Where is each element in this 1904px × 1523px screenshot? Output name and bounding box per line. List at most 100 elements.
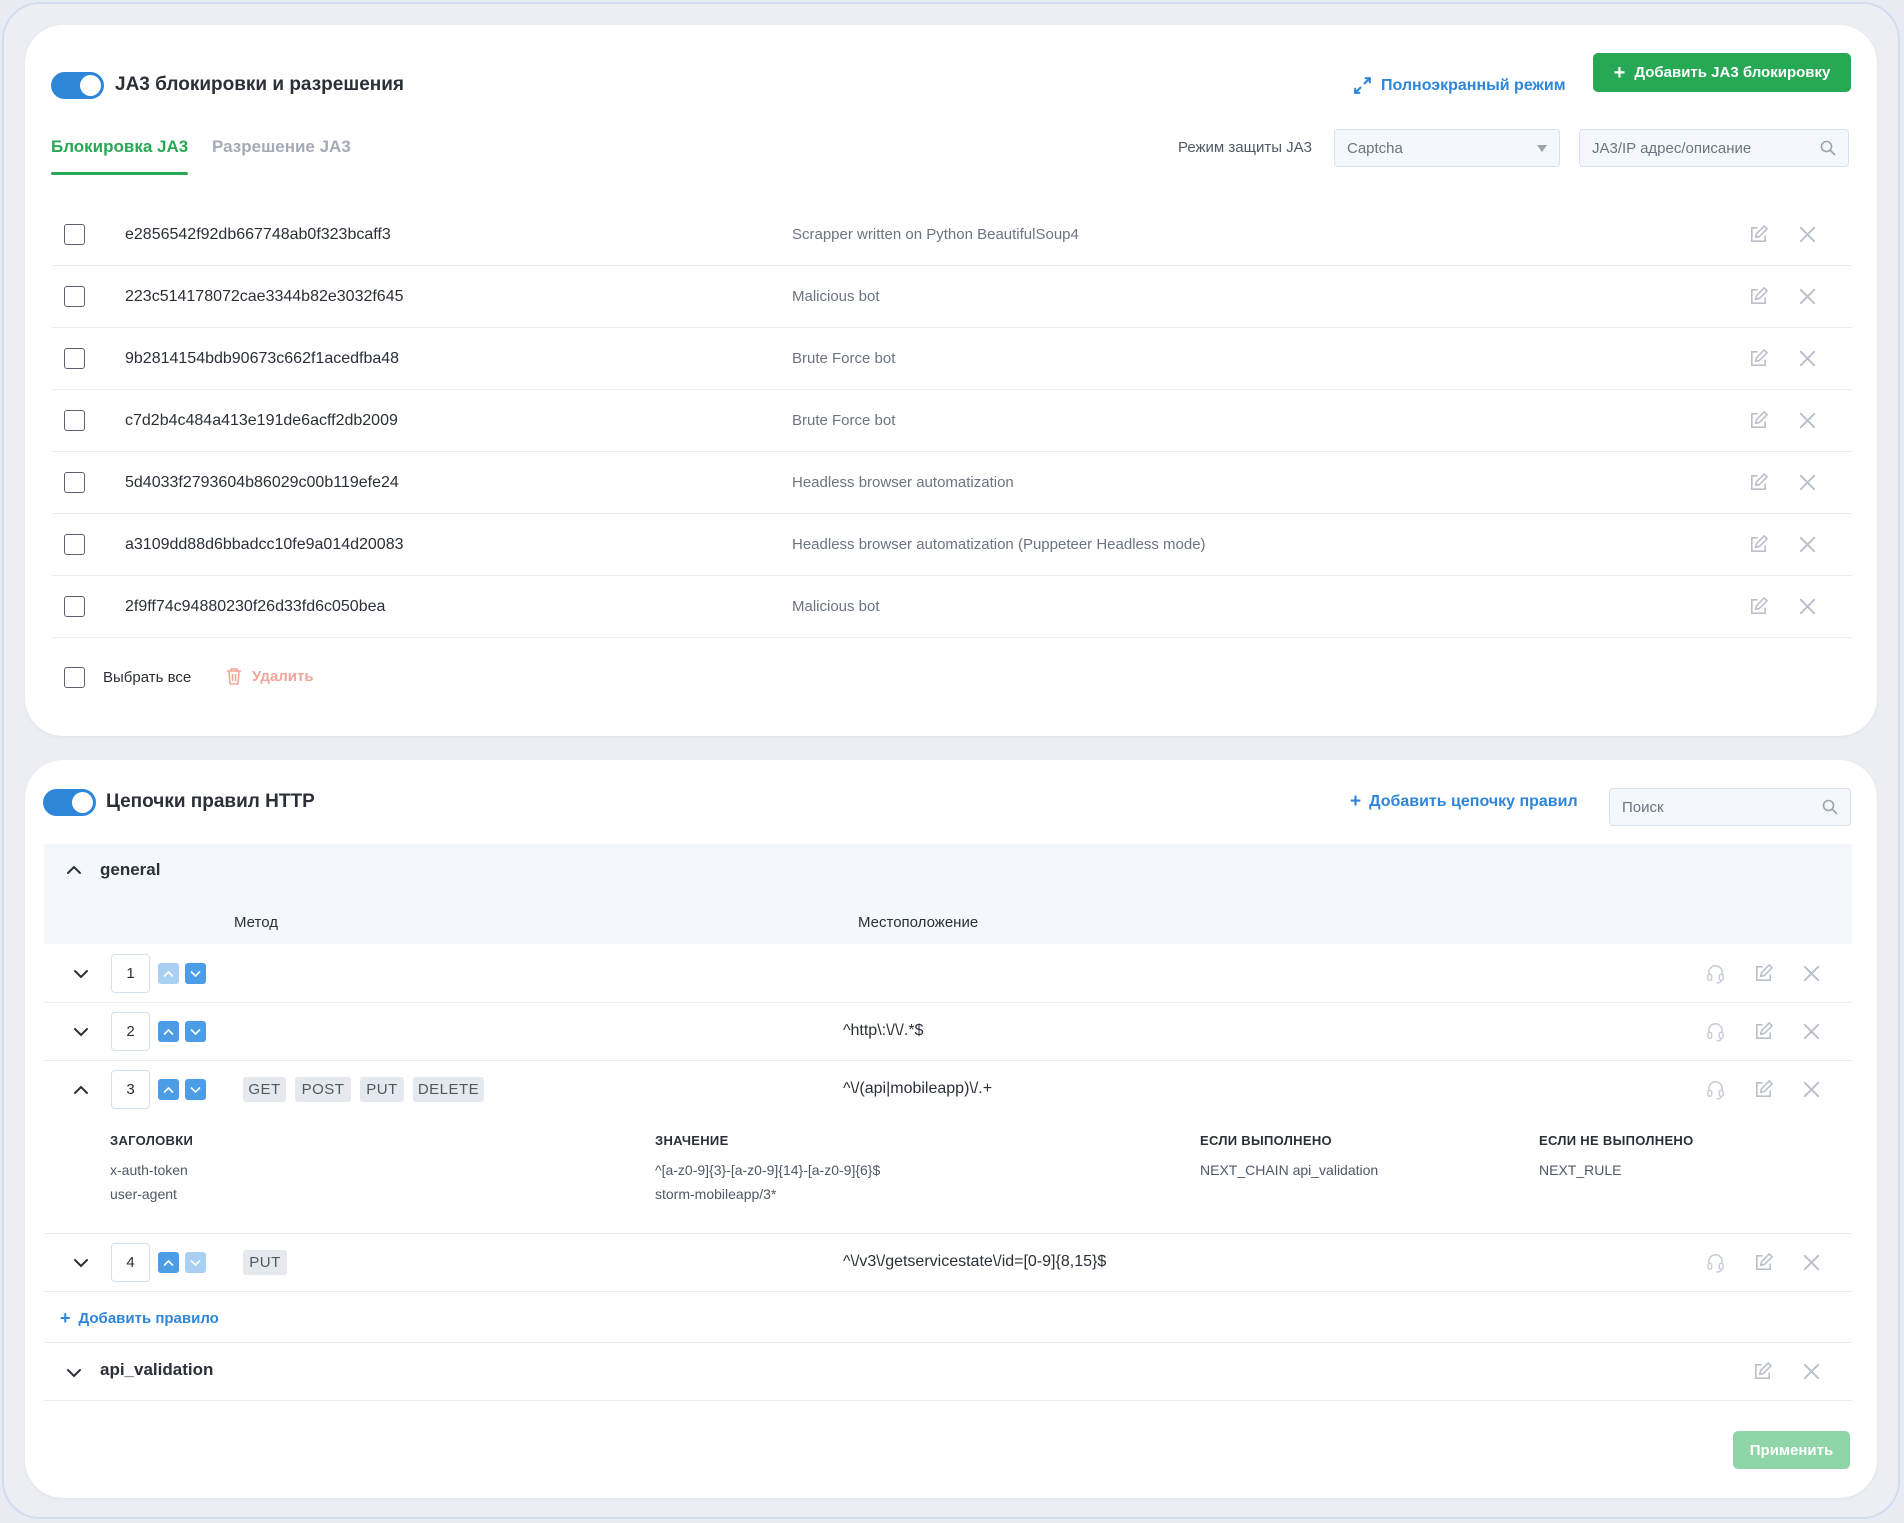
move-up-button[interactable] xyxy=(158,1252,179,1273)
move-down-button[interactable] xyxy=(185,963,206,984)
column-location: Местоположение xyxy=(858,914,979,931)
ja3-row: 2f9ff74c94880230f26d33fd6c050bea Maliciou… xyxy=(52,576,1852,638)
move-up-button[interactable] xyxy=(158,963,179,984)
search-icon xyxy=(1822,799,1838,815)
chains-search-input[interactable]: Поиск xyxy=(1609,788,1851,826)
move-down-button[interactable] xyxy=(185,1079,206,1100)
arrow-up-icon xyxy=(163,1081,174,1099)
move-up-button[interactable] xyxy=(158,1021,179,1042)
protection-mode-select[interactable]: Captcha xyxy=(1334,129,1560,167)
close-icon[interactable] xyxy=(1797,286,1818,307)
add-rule-label: Добавить правило xyxy=(78,1309,219,1327)
arrow-up-icon xyxy=(163,1254,174,1272)
edit-icon[interactable] xyxy=(1748,596,1769,617)
arrow-down-icon xyxy=(190,1254,201,1272)
add-ja3-block-button[interactable]: + Добавить JA3 блокировку xyxy=(1593,53,1851,92)
plus-icon: + xyxy=(1613,61,1626,84)
row-checkbox[interactable] xyxy=(64,596,85,617)
headset-icon[interactable] xyxy=(1705,1021,1726,1042)
headset-icon[interactable] xyxy=(1705,1252,1726,1273)
edit-icon[interactable] xyxy=(1753,1252,1774,1273)
edit-icon[interactable] xyxy=(1753,1021,1774,1042)
edit-icon[interactable] xyxy=(1753,963,1774,984)
close-icon[interactable] xyxy=(1801,1361,1822,1382)
move-up-button[interactable] xyxy=(158,1079,179,1100)
delete-button[interactable]: Удалить xyxy=(225,666,314,686)
rule-location: ^\/v3\/getservicestate\/id=[0-9]{8,15}$ xyxy=(843,1253,1107,1270)
ja3-description: Brute Force bot xyxy=(792,350,896,367)
close-icon[interactable] xyxy=(1797,534,1818,555)
headset-icon[interactable] xyxy=(1705,963,1726,984)
if-done-title: ЕСЛИ ВЫПОЛНЕНО xyxy=(1200,1133,1332,1148)
tab-ja3-block[interactable]: Блокировка JA3 xyxy=(51,137,188,157)
value-item: ^[a-z0-9]{3}-[a-z0-9]{14}-[a-z0-9]{6}$ xyxy=(655,1162,881,1178)
edit-icon[interactable] xyxy=(1753,1079,1774,1100)
add-chain-button[interactable]: + Добавить цепочку правил xyxy=(1350,792,1578,811)
ja3-hash: 2f9ff74c94880230f26d33fd6c050bea xyxy=(125,597,386,615)
close-icon[interactable] xyxy=(1801,1079,1822,1100)
row-checkbox[interactable] xyxy=(64,224,85,245)
edit-icon[interactable] xyxy=(1752,1361,1773,1382)
ja3-row: e2856542f92db667748ab0f323bcaff3 Scrapper… xyxy=(52,204,1852,266)
row-checkbox[interactable] xyxy=(64,286,85,307)
chevron-down-icon[interactable] xyxy=(73,1026,89,1038)
edit-icon[interactable] xyxy=(1748,534,1769,555)
add-rule-button[interactable]: + Добавить правило xyxy=(60,1309,219,1327)
ja3-description: Malicious bot xyxy=(792,288,880,305)
ja3-hash: 5d4033f2793604b86029c00b119efe24 xyxy=(125,473,399,491)
arrow-down-icon xyxy=(190,965,201,983)
close-icon[interactable] xyxy=(1797,224,1818,245)
ja3-search-placeholder: JA3/IP адрес/описание xyxy=(1592,139,1752,157)
select-all-label: Выбрать все xyxy=(103,669,192,686)
row-checkbox[interactable] xyxy=(64,348,85,369)
edit-icon[interactable] xyxy=(1748,286,1769,307)
rule-row: 3 GET POST PUT DELETE ^\/(api|mobileapp)\/.+ xyxy=(44,1061,1852,1119)
close-icon[interactable] xyxy=(1797,596,1818,617)
search-icon xyxy=(1820,140,1836,156)
arrow-down-icon xyxy=(190,1081,201,1099)
ja3-description: Scrapper written on Python BeautifulSoup… xyxy=(792,226,1079,243)
edit-icon[interactable] xyxy=(1748,224,1769,245)
chevron-up-icon[interactable] xyxy=(73,1084,89,1096)
close-icon[interactable] xyxy=(1801,1252,1822,1273)
row-checkbox[interactable] xyxy=(64,410,85,431)
ja3-row: 223c514178072cae3344b82e3032f645 Maliciou… xyxy=(52,266,1852,328)
select-all[interactable]: Выбрать все xyxy=(64,667,191,688)
close-icon[interactable] xyxy=(1801,1021,1822,1042)
protection-mode-value: Captcha xyxy=(1347,139,1403,157)
edit-icon[interactable] xyxy=(1748,472,1769,493)
method-tag: DELETE xyxy=(413,1077,484,1102)
chevron-down-icon[interactable] xyxy=(73,1257,89,1269)
rule-row: 1 xyxy=(44,945,1852,1003)
select-all-checkbox[interactable] xyxy=(64,667,85,688)
http-chains-toggle[interactable] xyxy=(43,789,96,816)
chevron-down-icon[interactable] xyxy=(66,1367,82,1379)
ja3-hash: e2856542f92db667748ab0f323bcaff3 xyxy=(125,225,391,243)
tab-ja3-allow[interactable]: Разрешение JA3 xyxy=(212,137,351,157)
ja3-toggle[interactable] xyxy=(51,72,104,99)
rule-number: 4 xyxy=(111,1243,150,1282)
edit-icon[interactable] xyxy=(1748,348,1769,369)
close-icon[interactable] xyxy=(1797,472,1818,493)
method-tag: GET xyxy=(243,1077,286,1102)
headset-icon[interactable] xyxy=(1705,1079,1726,1100)
move-down-button[interactable] xyxy=(185,1021,206,1042)
close-icon[interactable] xyxy=(1801,963,1822,984)
apply-button[interactable]: Применить xyxy=(1733,1431,1850,1469)
fullscreen-button[interactable]: Полноэкранный режим xyxy=(1352,75,1566,96)
edit-icon[interactable] xyxy=(1748,410,1769,431)
close-icon[interactable] xyxy=(1797,348,1818,369)
move-down-button[interactable] xyxy=(185,1252,206,1273)
row-checkbox[interactable] xyxy=(64,472,85,493)
add-chain-label: Добавить цепочку правил xyxy=(1369,792,1578,810)
chain-api-validation[interactable]: api_validation xyxy=(44,1343,1852,1401)
close-icon[interactable] xyxy=(1797,410,1818,431)
rule-row: 2 ^http\:\/\/.*$ xyxy=(44,1003,1852,1061)
plus-icon: + xyxy=(1350,791,1362,812)
row-checkbox[interactable] xyxy=(64,534,85,555)
ja3-search-input[interactable]: JA3/IP адрес/описание xyxy=(1579,129,1849,167)
chevron-down-icon[interactable] xyxy=(73,968,89,980)
rule-location: ^\/(api|mobileapp)\/.+ xyxy=(843,1080,993,1097)
chevron-up-icon[interactable] xyxy=(66,864,82,876)
chain-general[interactable]: general Метод Местоположение xyxy=(44,844,1852,944)
